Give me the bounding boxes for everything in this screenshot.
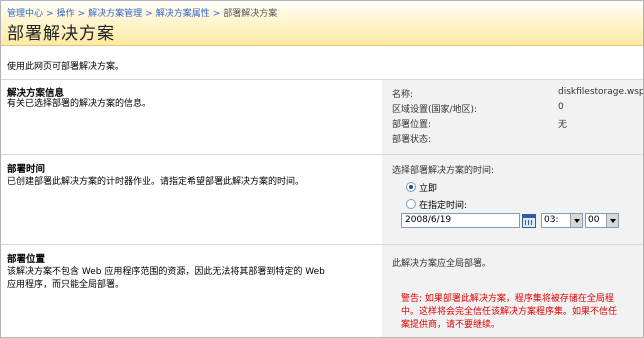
hour-value: 03: <box>544 215 559 225</box>
page-title: 部署解决方案 <box>7 24 115 44</box>
solution-info-title: 解决方案信息 <box>7 88 65 99</box>
warning-line-1: 警告: 如果部署此解决方案，程序集将被存储在全局程 <box>401 294 614 304</box>
deploy-time-desc: 已创建部署此解决方案的计时器作业。请指定希望部署此解决方案的时间。 <box>7 177 305 187</box>
calendar-icon[interactable] <box>522 214 536 228</box>
deploy-location-title: 部署位置 <box>7 254 46 265</box>
deploy-location-value: 无 <box>558 120 568 130</box>
name-label: 名称: <box>392 90 414 100</box>
radio-at-time-label: 在指定时间: <box>419 201 468 211</box>
page-frame: 管理中心 > 操作 > 解决方案管理 > 解决方案属性 > 部署解决方案 部署解决方案 使用此网… <box>0 0 644 338</box>
date-input[interactable]: 2008/6/19 <box>401 213 520 228</box>
breadcrumb-operations[interactable]: 操作 <box>57 9 75 19</box>
hour-select[interactable]: 03: <box>541 213 583 228</box>
radio-now[interactable] <box>406 182 416 192</box>
breadcrumb-central-admin[interactable]: 管理中心 <box>7 9 43 19</box>
breadcrumb-solution-properties[interactable]: 解决方案属性 <box>156 9 210 19</box>
deploy-location-desc-line1: 该解决方案不包含 Web 应用程序范围的资源，因此无法将其部署到特定的 Web <box>7 267 325 277</box>
radio-at-time[interactable] <box>406 199 416 209</box>
deploy-location-desc-line2: 应用程序，而只能全局部署。 <box>7 280 125 290</box>
breadcrumb-separator: > <box>46 9 54 19</box>
warning-line-3: 案提供商，请不要继续。 <box>401 320 501 330</box>
solution-info-desc: 有关已选择部署的解决方案的信息。 <box>7 99 152 109</box>
radio-now-label: 立即 <box>419 184 438 194</box>
breadcrumb-separator: > <box>212 9 221 19</box>
deploy-location-info: 此解决方案应全局部署。 <box>392 259 492 269</box>
breadcrumb-separator: > <box>145 9 153 19</box>
page-intro: 使用此网页可部署解决方案。 <box>7 62 125 72</box>
name-value: diskfilestorage.wsp <box>558 87 644 97</box>
locale-label: 区域设置(国家/地区): <box>392 105 478 115</box>
warning-text: 警告: 如果部署此解决方案，程序集将被存储在全局程 中。这样将会完全信任该解决方… <box>401 293 643 332</box>
warning-line-2: 中。这样将会完全信任该解决方案程序集。如果不信任 <box>401 307 618 317</box>
title-bar: 管理中心 > 操作 > 解决方案管理 > 解决方案属性 > 部署解决方案 部署解决方案 <box>1 1 643 46</box>
breadcrumb-separator: > <box>77 9 86 19</box>
dropdown-arrow-icon <box>570 214 582 227</box>
minute-value: 00 <box>588 215 600 225</box>
breadcrumb-solution-management[interactable]: 解决方案管理 <box>88 9 142 19</box>
locale-value: 0 <box>558 102 564 112</box>
breadcrumb-current: 部署解决方案 <box>223 9 278 19</box>
breadcrumb: 管理中心 > 操作 > 解决方案管理 > 解决方案属性 > 部署解决方案 <box>7 6 277 19</box>
minute-select[interactable]: 00 <box>585 213 619 228</box>
deploy-location-label: 部署位置: <box>392 120 432 130</box>
deploy-time-title: 部署时间 <box>7 164 46 175</box>
deploy-time-prompt: 选择部署解决方案的时间: <box>392 166 495 176</box>
dropdown-arrow-icon <box>606 214 618 227</box>
deploy-status-label: 部署状态: <box>392 135 432 145</box>
